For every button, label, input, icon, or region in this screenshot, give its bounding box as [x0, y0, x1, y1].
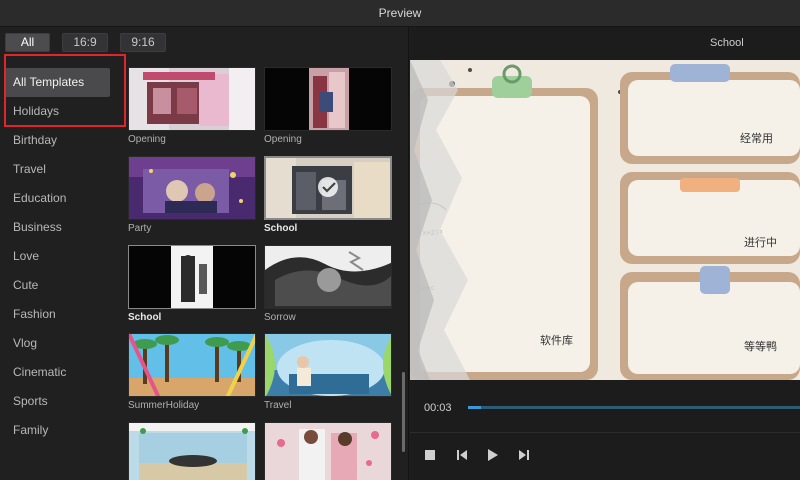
template-tile[interactable]: Opening — [128, 67, 256, 145]
category-business[interactable]: Business — [5, 213, 110, 242]
template-thumbnail[interactable] — [264, 67, 392, 131]
template-name: SummerHoliday — [128, 400, 200, 411]
template-thumbnail[interactable] — [128, 67, 256, 131]
category-birthday[interactable]: Birthday — [5, 126, 110, 155]
playback-controls: 00:03 — [410, 382, 800, 480]
play-icon — [488, 449, 498, 461]
template-name: Travel — [264, 400, 292, 411]
title-bar: Preview — [0, 0, 800, 27]
template-name: Sorrow — [264, 312, 296, 323]
preview-template-name: School — [710, 37, 744, 49]
template-tile[interactable] — [128, 422, 256, 480]
ratio-tab-all[interactable]: All — [5, 33, 50, 52]
template-thumbnail[interactable] — [264, 245, 392, 309]
preview-text-library: 软件库 — [540, 333, 573, 347]
template-grid-scrollbar[interactable] — [402, 372, 405, 452]
ratio-tab-9-16[interactable]: 9:16 — [120, 33, 166, 52]
category-fashion[interactable]: Fashion — [5, 300, 110, 329]
template-name: Opening — [128, 134, 166, 145]
preview-text-frequent: 经常用 — [740, 132, 773, 145]
play-button[interactable] — [484, 447, 500, 463]
next-frame-button[interactable] — [516, 447, 532, 463]
ratio-tab-16-9[interactable]: 16:9 — [62, 33, 108, 52]
category-travel[interactable]: Travel — [5, 155, 110, 184]
ratio-filter-bar: All 16:9 9:16 — [0, 27, 409, 59]
stop-button[interactable] — [422, 447, 438, 463]
template-tile[interactable]: Party — [128, 156, 256, 234]
playback-progress-bar[interactable] — [468, 406, 800, 409]
template-name: School — [264, 223, 298, 234]
template-thumbnail[interactable] — [264, 333, 392, 397]
category-family[interactable]: Family — [5, 416, 110, 445]
controls-divider — [410, 432, 800, 433]
category-sports[interactable]: Sports — [5, 387, 110, 416]
previous-frame-icon — [457, 450, 467, 460]
category-love[interactable]: Love — [5, 242, 110, 271]
template-thumbnail[interactable] — [128, 245, 256, 309]
template-name: Opening — [264, 134, 302, 145]
template-name: School — [128, 312, 162, 323]
playback-time: 00:03 — [424, 402, 452, 414]
template-tile[interactable]: SummerHoliday — [128, 333, 256, 411]
template-thumbnail[interactable] — [264, 422, 392, 480]
category-all-templates[interactable]: All Templates — [5, 68, 110, 97]
template-thumbnail[interactable] — [128, 422, 256, 480]
template-browser: All 16:9 9:16 All Templates Holidays Bir… — [0, 27, 409, 480]
playback-progress-fill — [468, 406, 482, 409]
template-tile[interactable]: Travel — [264, 333, 392, 411]
category-holidays[interactable]: Holidays — [5, 97, 110, 126]
template-tile[interactable]: Sorrow — [264, 245, 392, 323]
category-vlog[interactable]: Vlog — [5, 329, 110, 358]
template-tile[interactable]: School — [264, 156, 392, 234]
template-thumbnail-selected[interactable] — [264, 156, 392, 220]
previous-frame-button[interactable] — [454, 447, 470, 463]
window-title: Preview — [378, 6, 422, 20]
preview-canvas[interactable]: 软件库 (x+2)² ab+c 经常用 进行中 等等鸭 — [410, 60, 800, 380]
template-tile[interactable]: Opening — [264, 67, 392, 145]
category-cinematic[interactable]: Cinematic — [5, 358, 110, 387]
template-tile[interactable] — [264, 422, 392, 480]
template-thumbnail[interactable] — [128, 156, 256, 220]
category-cute[interactable]: Cute — [5, 271, 110, 300]
preview-panel: School 软件库 (x+2)² ab+c 经常用 — [410, 27, 800, 480]
next-frame-icon — [519, 450, 529, 460]
template-tile[interactable]: School — [128, 245, 256, 323]
category-education[interactable]: Education — [5, 184, 110, 213]
stop-icon — [425, 450, 435, 460]
template-name: Party — [128, 223, 152, 234]
preview-text-waiting: 等等鸭 — [744, 339, 777, 353]
template-grid: Opening Opening Party School School Sorr… — [128, 67, 398, 480]
preview-text-in-progress: 进行中 — [744, 236, 777, 249]
template-thumbnail[interactable] — [128, 333, 256, 397]
